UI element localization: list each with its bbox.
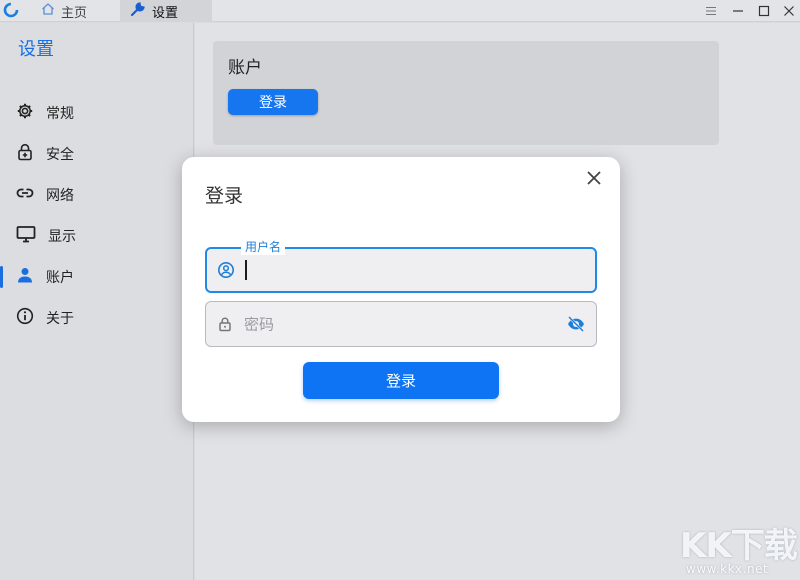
sidebar-item-label: 账户 bbox=[46, 270, 74, 286]
sidebar-item-general[interactable]: 常规 bbox=[0, 98, 193, 128]
sidebar-item-about[interactable]: 关于 bbox=[0, 303, 193, 333]
sidebar-item-label: 显示 bbox=[48, 229, 76, 245]
info-icon bbox=[16, 307, 34, 329]
eye-off-icon[interactable] bbox=[566, 314, 586, 334]
sidebar-item-label: 安全 bbox=[46, 147, 74, 163]
sidebar-item-label: 关于 bbox=[46, 311, 74, 327]
tab-home-label: 主页 bbox=[61, 5, 88, 21]
sidebar-item-account[interactable]: 账户 bbox=[0, 262, 193, 292]
close-icon bbox=[586, 170, 602, 190]
login-submit-button[interactable]: 登录 bbox=[303, 362, 499, 399]
watermark-url: www.kkx.net bbox=[686, 562, 769, 576]
sidebar-item-security[interactable]: 安全 bbox=[0, 139, 193, 169]
account-login-button[interactable]: 登录 bbox=[228, 89, 318, 115]
password-placeholder: 密码 bbox=[244, 315, 275, 334]
title-bar: 主页 设置 bbox=[0, 0, 800, 22]
dialog-close-button[interactable] bbox=[583, 169, 605, 191]
person-icon bbox=[16, 266, 34, 288]
tab-home[interactable]: 主页 bbox=[31, 0, 117, 22]
sidebar-title: 设置 bbox=[18, 39, 54, 60]
menu-icon[interactable] bbox=[702, 2, 720, 20]
tab-settings[interactable]: 设置 bbox=[120, 0, 212, 22]
password-field[interactable]: 密码 bbox=[205, 301, 597, 347]
account-card-title: 账户 bbox=[228, 58, 262, 78]
username-input-caret bbox=[245, 260, 247, 280]
sidebar: 设置 常规 安全 网络 显示 账户 关于 bbox=[0, 23, 194, 580]
sidebar-item-label: 常规 bbox=[46, 106, 74, 122]
link-icon bbox=[16, 184, 34, 206]
window-close-icon[interactable] bbox=[780, 2, 798, 20]
home-icon bbox=[41, 2, 55, 20]
minimize-icon[interactable] bbox=[729, 2, 747, 20]
app-logo-icon bbox=[3, 2, 19, 18]
username-field[interactable]: 用户名 bbox=[205, 239, 597, 293]
sidebar-item-label: 网络 bbox=[46, 188, 74, 204]
lock-icon bbox=[216, 315, 234, 333]
watermark: KK下载 www.kkx.net bbox=[680, 518, 798, 578]
gear-icon bbox=[16, 102, 34, 124]
account-circle-icon bbox=[217, 261, 235, 279]
username-label: 用户名 bbox=[241, 239, 286, 256]
tab-settings-label: 设置 bbox=[152, 5, 179, 21]
login-dialog: 登录 用户名 密码 登录 bbox=[182, 157, 620, 422]
sidebar-item-display[interactable]: 显示 bbox=[0, 221, 193, 251]
maximize-icon[interactable] bbox=[755, 2, 773, 20]
watermark-logo: KK下载 bbox=[680, 526, 798, 566]
sidebar-item-network[interactable]: 网络 bbox=[0, 180, 193, 210]
account-card: 账户 登录 bbox=[213, 41, 719, 145]
dialog-title: 登录 bbox=[205, 185, 244, 207]
wrench-icon bbox=[130, 1, 146, 21]
lock-plus-icon bbox=[16, 143, 34, 165]
monitor-icon bbox=[16, 225, 36, 247]
